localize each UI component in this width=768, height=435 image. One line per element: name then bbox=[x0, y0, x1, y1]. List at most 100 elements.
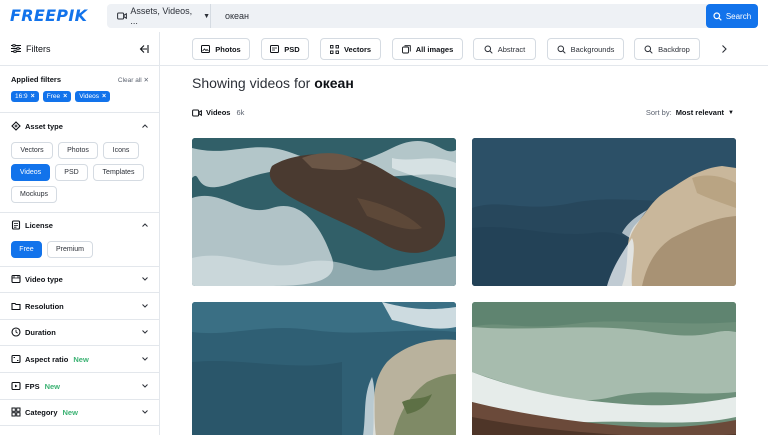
tag-label: Abstract bbox=[497, 44, 526, 54]
chevron-down-icon bbox=[142, 357, 148, 361]
applied-chip-aspect[interactable]: 16:9 × bbox=[11, 91, 39, 102]
close-icon: ✕ bbox=[143, 76, 149, 84]
applied-filters: Applied filters Clear all ✕ 16:9 × Free × … bbox=[11, 75, 149, 102]
tab-videos[interactable]: Videos bbox=[206, 108, 230, 117]
search-button-label: Search bbox=[725, 11, 752, 21]
chevron-right-icon[interactable] bbox=[718, 43, 730, 55]
header: FREEPIK Assets, Videos, ... ▼ Search bbox=[0, 0, 768, 32]
section-title: Category bbox=[25, 407, 58, 417]
ocean-rocks-video-image bbox=[192, 138, 456, 286]
sort-dropdown[interactable]: Sort by: Most relevant ▼ bbox=[646, 108, 734, 117]
section-title: Asset type bbox=[25, 121, 63, 131]
video-thumbnail[interactable] bbox=[472, 138, 736, 286]
divider bbox=[0, 345, 159, 346]
tag-label: Backgrounds bbox=[570, 44, 615, 54]
tag-abstract[interactable]: Abstract bbox=[473, 38, 536, 60]
vector-icon bbox=[329, 44, 339, 54]
license-free[interactable]: Free bbox=[11, 241, 42, 258]
close-icon: × bbox=[30, 93, 35, 100]
section-fps[interactable]: FPS New bbox=[11, 379, 149, 393]
section-video-type[interactable]: Video type bbox=[11, 272, 149, 286]
section-resolution[interactable]: Resolution bbox=[11, 299, 149, 313]
results-tabs: Videos 6k bbox=[192, 108, 244, 117]
tag-label: Photos bbox=[215, 44, 241, 54]
collapse-sidebar-icon[interactable] bbox=[137, 43, 149, 55]
search-type-dropdown[interactable]: Assets, Videos, ... ▼ bbox=[107, 4, 211, 28]
clock-icon bbox=[11, 327, 21, 337]
tag-label: All images bbox=[415, 44, 454, 54]
images-stack-icon bbox=[401, 44, 411, 53]
tag-backgrounds[interactable]: Backgrounds bbox=[547, 38, 624, 60]
applied-chip-videos[interactable]: Videos × bbox=[75, 91, 111, 102]
video-thumbnail[interactable] bbox=[192, 138, 456, 286]
chip-label: Free bbox=[46, 93, 61, 100]
asset-type-templates[interactable]: Templates bbox=[93, 164, 144, 181]
chip-label: Videos bbox=[79, 93, 99, 100]
search-icon bbox=[557, 45, 566, 54]
section-category[interactable]: Category New bbox=[11, 405, 149, 419]
close-icon: × bbox=[101, 93, 107, 100]
asset-type-icons[interactable]: Icons bbox=[103, 142, 139, 159]
asset-type-photos[interactable]: Photos bbox=[58, 142, 98, 159]
sort-label: Sort by: bbox=[645, 108, 672, 117]
cliff-ocean-video-image bbox=[472, 138, 736, 286]
search-bar: Assets, Videos, ... ▼ Search bbox=[107, 4, 758, 28]
freepik-logo[interactable]: FREEPIK bbox=[10, 7, 87, 25]
asset-type-psd[interactable]: PSD bbox=[55, 164, 88, 181]
divider bbox=[0, 319, 159, 320]
section-title: Resolution bbox=[25, 301, 64, 311]
page-title: Showing videos for океан bbox=[192, 75, 354, 91]
video-camera-icon bbox=[192, 109, 202, 116]
section-title: Aspect ratio bbox=[25, 354, 69, 364]
section-aspect-ratio[interactable]: Aspect ratio New bbox=[11, 352, 149, 366]
search-icon bbox=[644, 45, 653, 54]
asset-type-vectors[interactable]: Vectors bbox=[11, 142, 53, 159]
divider bbox=[0, 372, 159, 373]
tag-label: Backdrop bbox=[658, 44, 690, 54]
filters-header: Filters bbox=[0, 32, 160, 66]
page-title-query: океан bbox=[314, 75, 354, 91]
tag-vectors[interactable]: Vectors bbox=[320, 38, 381, 60]
new-badge: New bbox=[73, 354, 89, 364]
chevron-down-icon bbox=[142, 304, 148, 308]
section-duration[interactable]: Duration bbox=[11, 325, 149, 339]
section-title: License bbox=[25, 220, 53, 230]
asset-type-videos[interactable]: Videos bbox=[11, 164, 50, 181]
asset-type-icon bbox=[11, 121, 21, 131]
asset-type-row-1: Vectors Photos Icons bbox=[11, 142, 139, 159]
search-input[interactable] bbox=[211, 4, 724, 28]
video-thumbnail[interactable] bbox=[472, 302, 736, 435]
page-title-prefix: Showing videos for bbox=[192, 75, 311, 91]
search-button[interactable]: Search bbox=[706, 4, 758, 28]
chevron-down-icon: ▼ bbox=[728, 109, 734, 116]
clear-all-button[interactable]: Clear all ✕ bbox=[118, 76, 149, 84]
chevron-down-icon bbox=[142, 384, 148, 388]
tag-backdrop[interactable]: Backdrop bbox=[634, 38, 700, 60]
video-thumbnail[interactable] bbox=[192, 302, 456, 435]
applied-chip-free[interactable]: Free × bbox=[42, 91, 72, 102]
applied-filters-title: Applied filters bbox=[11, 75, 62, 84]
chevron-up-icon bbox=[142, 223, 148, 227]
divider bbox=[0, 212, 159, 213]
divider bbox=[0, 399, 159, 400]
psd-file-icon bbox=[270, 45, 280, 53]
section-license[interactable]: License bbox=[11, 218, 149, 232]
sort-value: Most relevant bbox=[675, 108, 725, 117]
folder-icon bbox=[11, 301, 21, 311]
tag-psd[interactable]: PSD bbox=[261, 38, 309, 60]
license-options: Free Premium bbox=[11, 241, 93, 258]
tag-all-images[interactable]: All images bbox=[392, 38, 463, 60]
chevron-down-icon: ▼ bbox=[203, 12, 210, 20]
fps-icon bbox=[11, 381, 21, 391]
license-premium[interactable]: Premium bbox=[47, 241, 93, 258]
film-icon bbox=[11, 274, 21, 284]
category-grid-icon bbox=[11, 407, 21, 417]
section-asset-type[interactable]: Asset type bbox=[11, 119, 149, 133]
new-badge: New bbox=[62, 407, 78, 417]
divider bbox=[0, 292, 159, 293]
asset-type-mockups[interactable]: Mockups bbox=[11, 186, 57, 203]
related-tags-bar: Photos PSD Vectors All images Abstract B… bbox=[160, 32, 768, 66]
tag-photos[interactable]: Photos bbox=[192, 38, 250, 60]
search-icon bbox=[484, 45, 493, 54]
sliders-icon bbox=[11, 44, 21, 53]
